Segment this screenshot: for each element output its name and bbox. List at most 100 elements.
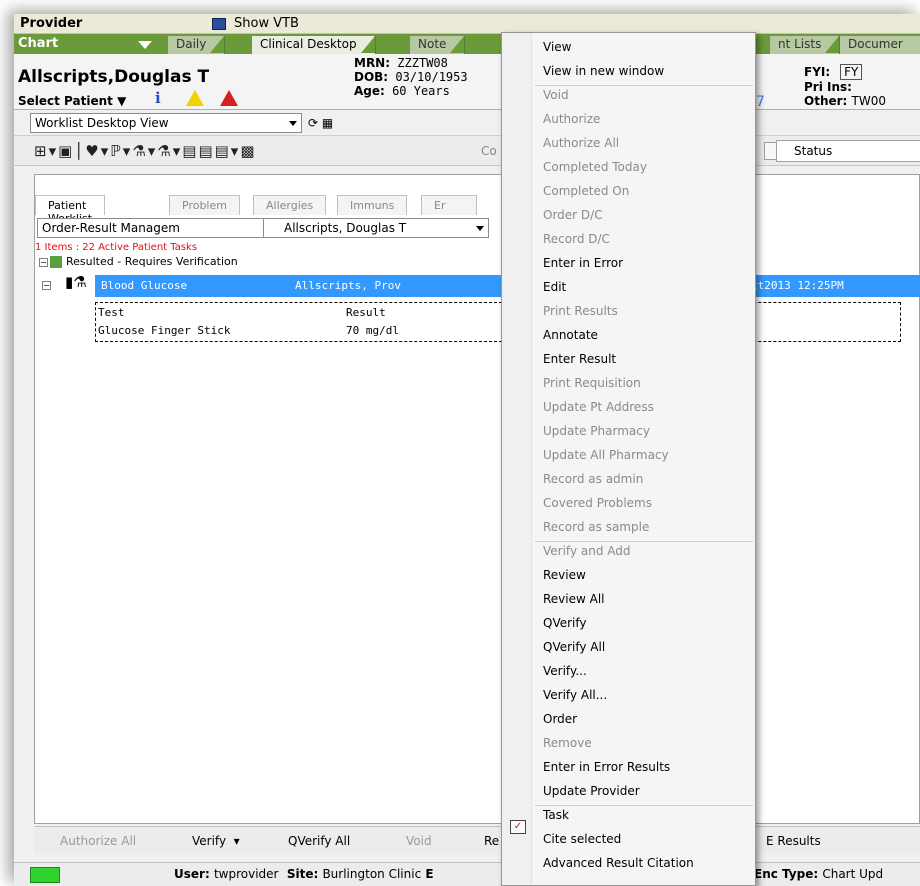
chart-menu[interactable]: Chart	[18, 36, 58, 51]
bottom-action-bar: Authorize All Verify ▾ QVerify All Void …	[34, 826, 920, 854]
authorize-all-button[interactable]: Authorize All	[60, 834, 136, 848]
patient-header: Allscripts,Douglas T Select Patient ▼ i …	[14, 54, 920, 110]
patient-name: Allscripts,Douglas T	[18, 67, 210, 87]
result-detail: Test Result Glucose Finger Stick 70 mg/d…	[95, 302, 901, 342]
menu-gutter	[502, 33, 532, 885]
worklist-view-dropdown[interactable]: Worklist Desktop View	[30, 113, 302, 133]
menu-item-record-as-sample[interactable]: Record as sample	[543, 520, 649, 534]
toolbar-icons[interactable]: ⊞▾▣│♥▾ℙ▾⚗▾⚗▾▤▤▤▾▩	[34, 142, 257, 160]
chart-tab-bar: Chart Daily Clinical Desktop Note nt Lis…	[14, 34, 920, 54]
menu-item-task[interactable]: Task	[543, 808, 569, 822]
menu-item-order[interactable]: Order	[543, 712, 577, 726]
partial-text: 7	[756, 94, 765, 110]
menu-item-update-pt-address[interactable]: Update Pt Address	[543, 400, 654, 414]
task-icon: ✓	[510, 820, 526, 834]
info-icon[interactable]: i	[155, 89, 161, 107]
menu-item-print-requisition[interactable]: Print Requisition	[543, 376, 641, 390]
order-result-dropdown[interactable]: Order-Result Managem	[37, 218, 271, 238]
select-patient-button[interactable]: Select Patient ▼	[18, 94, 126, 108]
void-button[interactable]: Void	[406, 834, 432, 848]
filter-row: Order-Result Managem Allscripts, Douglas…	[35, 218, 920, 238]
menu-item-void[interactable]: Void	[543, 88, 569, 102]
app-window: Provider Show VTB Chart Daily Clinical D…	[14, 14, 920, 886]
collapse-icon[interactable]: −	[39, 258, 48, 267]
worklist-panel: Patient Worklist Problem Allergies Immun…	[34, 174, 920, 824]
status-user-site: User: twprovider Site: Burlington Clinic…	[174, 867, 434, 881]
provider-label: Provider	[20, 16, 83, 31]
menu-item-update-provider[interactable]: Update Provider	[543, 784, 640, 798]
item-count: 1 Items : 22 Active Patient Tasks	[35, 242, 198, 253]
menu-item-update-pharmacy[interactable]: Update Pharmacy	[543, 424, 650, 438]
provider-bar: Provider Show VTB	[14, 14, 920, 34]
status-led-icon	[30, 867, 60, 883]
tab-encounters[interactable]: Er	[421, 195, 477, 215]
lab-result-icon: ▮⚗	[65, 273, 87, 291]
menu-item-qverify[interactable]: QVerify	[543, 616, 587, 630]
tree-group[interactable]: − Resulted - Requires Verification	[39, 255, 238, 268]
tab-problem[interactable]: Problem	[169, 195, 240, 215]
menu-item-covered-problems[interactable]: Covered Problems	[543, 496, 652, 510]
menu-item-record-as-admin[interactable]: Record as admin	[543, 472, 643, 486]
chevron-down-icon	[289, 121, 297, 126]
menu-item-authorize[interactable]: Authorize	[543, 112, 600, 126]
tab-immuns[interactable]: Immuns	[337, 195, 408, 215]
menu-item-verify[interactable]: Verify...	[543, 664, 587, 678]
status-enc-type: Enc Type: Chart Upd	[754, 867, 884, 881]
status-label: Status	[794, 144, 833, 158]
co-label: Co	[481, 144, 497, 158]
menu-item-verify-and-add[interactable]: Verify and Add	[543, 544, 630, 558]
status-bar: User: twprovider Site: Burlington Clinic…	[14, 862, 920, 886]
menu-item-view[interactable]: View	[543, 40, 571, 54]
results-button[interactable]: E Results	[766, 834, 821, 848]
menu-item-completed-today[interactable]: Completed Today	[543, 160, 647, 174]
menu-item-review-all[interactable]: Review All	[543, 592, 605, 606]
refresh-icon[interactable]: ⟳ ▦	[308, 116, 333, 130]
menu-item-record-d-c[interactable]: Record D/C	[543, 232, 610, 246]
worklist-toolbar: ⊞▾▣│♥▾ℙ▾⚗▾⚗▾▤▤▤▾▩ Co Status	[14, 136, 920, 166]
context-menu: View View in new window Void Authorize Autho…	[501, 32, 756, 886]
tab-patient-worklist[interactable]: Patient Worklist	[35, 195, 105, 225]
tab-lists[interactable]: nt Lists	[770, 36, 841, 54]
tab-daily[interactable]: Daily	[168, 36, 226, 54]
menu-item-qverify-all[interactable]: QVerify All	[543, 640, 605, 654]
alert-icon[interactable]	[220, 90, 238, 106]
re-button[interactable]: Re	[484, 834, 499, 848]
chevron-down-icon[interactable]	[138, 41, 152, 49]
tab-allergies[interactable]: Allergies	[253, 195, 327, 215]
menu-item-update-all-pharmacy[interactable]: Update All Pharmacy	[543, 448, 669, 462]
menu-item-review[interactable]: Review	[543, 568, 586, 582]
menu-item-order-d-c[interactable]: Order D/C	[543, 208, 603, 222]
menu-item-advanced-result-citation[interactable]: Advanced Result Citation	[543, 856, 694, 870]
menu-separator	[535, 85, 753, 86]
fyi-button[interactable]: FY	[840, 64, 863, 80]
patient-insurance: FYI: FY Pri Ins: Other: TW00	[804, 64, 886, 108]
tab-note[interactable]: Note	[410, 36, 466, 54]
book-icon	[50, 256, 62, 268]
menu-item-verify-all[interactable]: Verify All...	[543, 688, 607, 702]
menu-item-completed-on[interactable]: Completed On	[543, 184, 629, 198]
collapse-icon[interactable]: −	[42, 281, 51, 290]
menu-item-remove[interactable]: Remove	[543, 736, 592, 750]
tab-clinical-desktop[interactable]: Clinical Desktop	[252, 36, 376, 54]
chevron-down-icon	[476, 226, 484, 231]
menu-separator	[535, 805, 753, 806]
menu-item-print-results[interactable]: Print Results	[543, 304, 618, 318]
view-row: Worklist Desktop View ⟳ ▦	[14, 110, 920, 136]
menu-separator	[535, 541, 753, 542]
qverify-all-button[interactable]: QVerify All	[288, 834, 350, 848]
show-vtb-button[interactable]: Show VTB	[234, 16, 299, 31]
menu-item-enter-result[interactable]: Enter Result	[543, 352, 616, 366]
menu-item-annotate[interactable]: Annotate	[543, 328, 598, 342]
patient-filter-dropdown[interactable]: Allscripts, Douglas T	[263, 218, 489, 238]
menu-item-authorize-all[interactable]: Authorize All	[543, 136, 619, 150]
menu-item-edit[interactable]: Edit	[543, 280, 566, 294]
patient-demographics: MRN: ZZZTW08 DOB: 03/10/1953 Age: 60 Yea…	[354, 56, 468, 98]
menu-item-enter-in-error-results[interactable]: Enter in Error Results	[543, 760, 670, 774]
verify-button[interactable]: Verify ▾	[192, 834, 240, 848]
tab-documents[interactable]: Documer	[840, 36, 920, 54]
vtb-icon[interactable]	[212, 18, 226, 30]
menu-item-cite-selected[interactable]: Cite selected	[543, 832, 621, 846]
warning-icon[interactable]	[186, 90, 204, 106]
menu-item-view-in-new-window[interactable]: View in new window	[543, 64, 664, 78]
menu-item-enter-in-error[interactable]: Enter in Error	[543, 256, 623, 270]
